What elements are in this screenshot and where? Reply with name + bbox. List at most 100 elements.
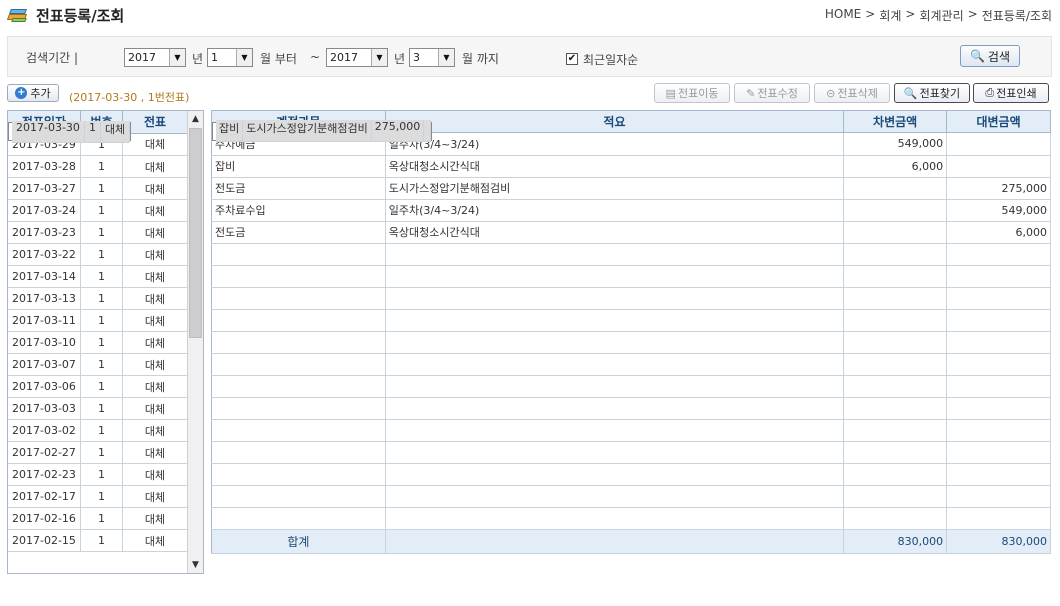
voucher-date-cell[interactable]: 2017-03-03 xyxy=(8,397,81,420)
empty-entry-row[interactable] xyxy=(211,419,1051,442)
empty-entry-row[interactable] xyxy=(211,397,1051,420)
edit-voucher-button[interactable]: ✎ 전표수정 xyxy=(734,83,810,103)
empty-entry-cell[interactable] xyxy=(946,309,1051,332)
entry-account-cell[interactable]: 전도금 xyxy=(211,177,386,200)
voucher-list-row[interactable]: 2017-02-23 1 대체 xyxy=(8,463,188,486)
entry-memo-cell[interactable]: 도시가스정압기분해점검비 xyxy=(385,177,845,200)
entry-row[interactable]: 전도금 옥상대청소시간식대 6,000 xyxy=(211,221,1051,244)
empty-entry-cell[interactable] xyxy=(385,243,845,266)
voucher-type-cell[interactable]: 대체 xyxy=(122,155,188,178)
voucher-list-row[interactable]: 2017-03-24 1 대체 xyxy=(8,199,188,222)
empty-entry-row[interactable] xyxy=(211,353,1051,376)
voucher-date-cell[interactable]: 2017-03-27 xyxy=(8,177,81,200)
voucher-date-cell[interactable]: 2017-02-15 xyxy=(8,529,81,552)
empty-entry-cell[interactable] xyxy=(385,309,845,332)
entry-debit-cell[interactable] xyxy=(843,199,948,222)
entry-memo-cell[interactable]: 옥상대청소시간식대 xyxy=(385,221,845,244)
voucher-date-cell[interactable]: 2017-03-02 xyxy=(8,419,81,442)
voucher-number-cell[interactable]: 1 xyxy=(80,507,124,530)
entry-credit-cell[interactable]: 549,000 xyxy=(946,199,1051,222)
empty-entry-cell[interactable] xyxy=(843,287,948,310)
voucher-list-row[interactable]: 2017-03-02 1 대체 xyxy=(8,419,188,442)
voucher-list-row[interactable]: 2017-02-27 1 대체 xyxy=(8,441,188,464)
entry-credit-cell[interactable]: 6,000 xyxy=(946,221,1051,244)
empty-entry-row[interactable] xyxy=(211,287,1051,310)
voucher-list-row[interactable]: 2017-02-17 1 대체 xyxy=(8,485,188,508)
column-header-memo[interactable]: 적요 xyxy=(385,110,845,133)
voucher-date-cell[interactable]: 2017-02-23 xyxy=(8,463,81,486)
empty-entry-cell[interactable] xyxy=(843,331,948,354)
empty-entry-cell[interactable] xyxy=(843,419,948,442)
voucher-type-cell[interactable]: 대체 xyxy=(122,309,188,332)
voucher-type-cell[interactable]: 대체 xyxy=(122,177,188,200)
entry-debit-cell[interactable]: 6,000 xyxy=(843,155,948,178)
scroll-down-icon[interactable]: ▼ xyxy=(188,557,203,573)
voucher-number-cell[interactable]: 1 xyxy=(80,287,124,310)
move-voucher-button[interactable]: ▤ 전표이동 xyxy=(654,83,730,103)
entry-account-cell[interactable]: 주차료수입 xyxy=(211,199,386,222)
empty-entry-cell[interactable] xyxy=(385,375,845,398)
empty-entry-cell[interactable] xyxy=(211,507,386,530)
voucher-type-cell[interactable]: 대체 xyxy=(100,120,131,143)
breadcrumb-home[interactable]: HOME xyxy=(825,7,861,24)
empty-entry-cell[interactable] xyxy=(211,243,386,266)
empty-entry-cell[interactable] xyxy=(211,375,386,398)
voucher-date-cell[interactable]: 2017-02-17 xyxy=(8,485,81,508)
empty-entry-cell[interactable] xyxy=(946,441,1051,464)
voucher-date-cell[interactable]: 2017-03-10 xyxy=(8,331,81,354)
voucher-number-cell[interactable]: 1 xyxy=(80,441,124,464)
voucher-type-cell[interactable]: 대체 xyxy=(122,199,188,222)
voucher-number-cell[interactable]: 1 xyxy=(84,120,101,143)
voucher-type-cell[interactable]: 대체 xyxy=(122,529,188,552)
empty-entry-row[interactable] xyxy=(211,375,1051,398)
empty-entry-cell[interactable] xyxy=(385,485,845,508)
voucher-type-cell[interactable]: 대체 xyxy=(122,397,188,420)
voucher-date-cell[interactable]: 2017-03-07 xyxy=(8,353,81,376)
empty-entry-cell[interactable] xyxy=(385,265,845,288)
voucher-type-cell[interactable]: 대체 xyxy=(122,221,188,244)
voucher-list-row[interactable]: 2017-03-28 1 대체 xyxy=(8,155,188,178)
voucher-date-cell[interactable]: 2017-03-06 xyxy=(8,375,81,398)
empty-entry-cell[interactable] xyxy=(946,375,1051,398)
empty-entry-cell[interactable] xyxy=(946,463,1051,486)
voucher-number-cell[interactable]: 1 xyxy=(80,529,124,552)
voucher-date-cell[interactable]: 2017-03-13 xyxy=(8,287,81,310)
voucher-number-cell[interactable]: 1 xyxy=(80,309,124,332)
voucher-type-cell[interactable]: 대체 xyxy=(122,133,188,156)
empty-entry-cell[interactable] xyxy=(843,397,948,420)
empty-entry-cell[interactable] xyxy=(385,331,845,354)
scroll-up-icon[interactable]: ▲ xyxy=(188,111,203,127)
voucher-type-cell[interactable]: 대체 xyxy=(122,507,188,530)
empty-entry-cell[interactable] xyxy=(385,441,845,464)
entry-account-cell[interactable]: 잡비 xyxy=(211,155,386,178)
empty-entry-cell[interactable] xyxy=(946,331,1051,354)
voucher-type-cell[interactable]: 대체 xyxy=(122,441,188,464)
breadcrumb-accounting-management[interactable]: 회계관리 xyxy=(919,7,963,24)
empty-entry-cell[interactable] xyxy=(946,397,1051,420)
voucher-number-cell[interactable]: 1 xyxy=(80,397,124,420)
entry-debit-cell[interactable] xyxy=(843,221,948,244)
voucher-number-cell[interactable]: 1 xyxy=(80,155,124,178)
empty-entry-cell[interactable] xyxy=(946,485,1051,508)
voucher-number-cell[interactable]: 1 xyxy=(80,463,124,486)
empty-entry-cell[interactable] xyxy=(211,331,386,354)
voucher-date-cell[interactable]: 2017-03-22 xyxy=(8,243,81,266)
empty-entry-cell[interactable] xyxy=(211,287,386,310)
empty-entry-cell[interactable] xyxy=(843,309,948,332)
voucher-type-cell[interactable]: 대체 xyxy=(122,419,188,442)
voucher-list-row[interactable]: 2017-03-13 1 대체 xyxy=(8,287,188,310)
empty-entry-row[interactable] xyxy=(211,331,1051,354)
voucher-type-cell[interactable]: 대체 xyxy=(122,485,188,508)
empty-entry-cell[interactable] xyxy=(843,353,948,376)
entry-credit-cell[interactable] xyxy=(946,133,1051,156)
empty-entry-row[interactable] xyxy=(211,441,1051,464)
empty-entry-cell[interactable] xyxy=(843,485,948,508)
voucher-number-cell[interactable]: 1 xyxy=(80,419,124,442)
add-voucher-button[interactable]: + 추가 xyxy=(7,84,59,102)
voucher-number-cell[interactable]: 1 xyxy=(80,331,124,354)
empty-entry-cell[interactable] xyxy=(946,243,1051,266)
voucher-type-cell[interactable]: 대체 xyxy=(122,353,188,376)
empty-entry-cell[interactable] xyxy=(843,463,948,486)
entry-memo-cell[interactable]: 옥상대청소시간식대 xyxy=(385,155,845,178)
from-month-select[interactable]: 1 ▼ xyxy=(207,48,253,67)
